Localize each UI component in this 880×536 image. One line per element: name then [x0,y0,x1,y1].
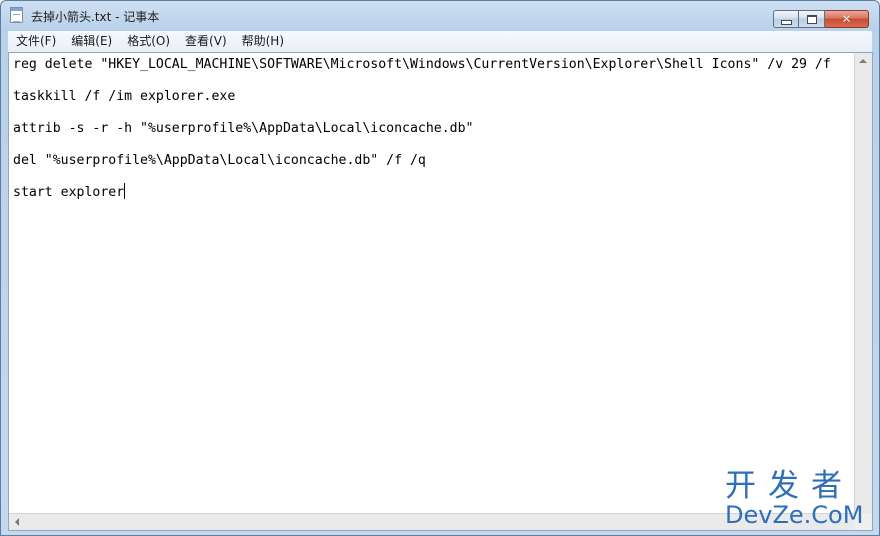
minimize-button[interactable] [773,10,799,28]
scroll-left-icon[interactable] [15,518,19,526]
editor-line-1: reg delete "HKEY_LOCAL_MACHINE\SOFTWARE\… [13,57,831,72]
window-controls: ✕ [773,10,869,28]
editor-line-9: start explorer [13,183,126,203]
menu-view[interactable]: 查看(V) [177,31,234,52]
vertical-scrollbar[interactable] [854,53,872,514]
maximize-button[interactable] [799,10,825,28]
editor-line-5: attrib -s -r -h "%userprofile%\AppData\L… [13,121,474,136]
menu-help[interactable]: 帮助(H) [234,31,291,52]
watermark-cn: 开发者 [725,468,854,504]
menu-edit[interactable]: 编辑(E) [63,31,119,52]
menu-bar: 文件(F) 编辑(E) 格式(O) 查看(V) 帮助(H) [8,31,872,52]
scroll-up-icon[interactable] [859,59,867,63]
minimize-icon [780,19,792,25]
close-button[interactable]: ✕ [825,10,869,28]
text-caret [124,183,126,199]
watermark: 开发者 DevZe.CoM [721,469,877,531]
menu-format[interactable]: 格式(O) [119,31,177,52]
menu-file[interactable]: 文件(F) [8,31,63,52]
window-title: 去掉小箭头.txt - 记事本 [31,10,160,24]
editor-line-9-text: start explorer [13,185,125,200]
close-icon: ✕ [841,12,852,26]
editor-line-3: taskkill /f /im explorer.exe [13,89,236,104]
maximize-icon [806,14,817,24]
notepad-icon[interactable] [10,7,23,23]
editor-text-area[interactable]: reg delete "HKEY_LOCAL_MACHINE\SOFTWARE\… [9,53,854,514]
text-editor[interactable]: reg delete "HKEY_LOCAL_MACHINE\SOFTWARE\… [8,52,873,531]
notepad-window: 去掉小箭头.txt - 记事本 ✕ 文件(F) 编辑(E) 格式(O) 查看(V… [0,0,880,536]
editor-line-7: del "%userprofile%\AppData\Local\iconcac… [13,153,426,168]
title-bar[interactable]: 去掉小箭头.txt - 记事本 ✕ [1,1,879,31]
watermark-en: DevZe.CoM [725,501,864,529]
